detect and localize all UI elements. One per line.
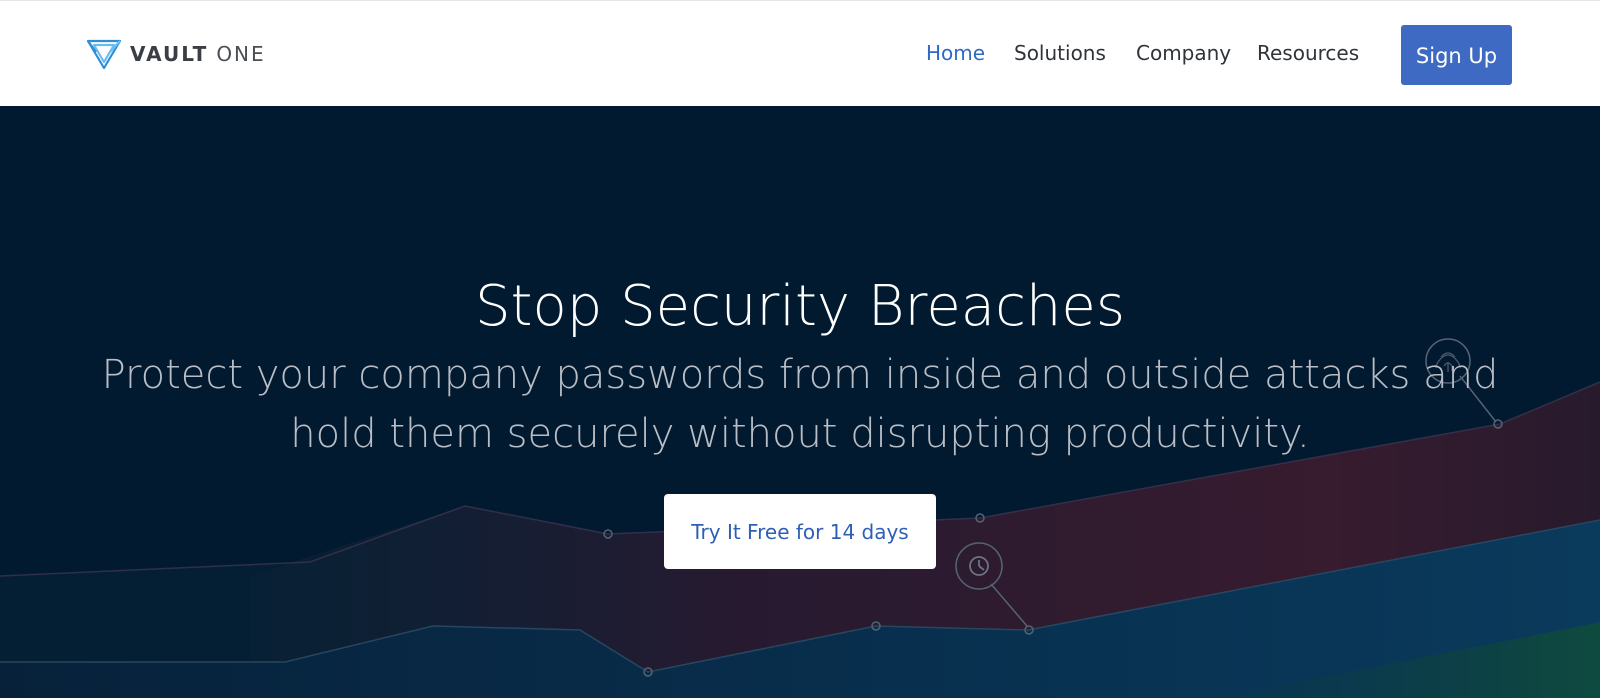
top-navigation-bar: VAULT ONE Home Solutions Company Resourc… [0,0,1600,106]
nav-company[interactable]: Company [1136,41,1231,65]
brand-name-light: ONE [216,42,266,66]
try-free-button[interactable]: Try It Free for 14 days [664,494,936,569]
nav-home[interactable]: Home [926,41,985,65]
nav-solutions[interactable]: Solutions [1014,41,1106,65]
brand-name: VAULT ONE [130,42,266,66]
hero-section: Stop Security Breaches Protect your comp… [0,106,1600,698]
nav-resources[interactable]: Resources [1257,41,1359,65]
hero-subtitle: Protect your company passwords from insi… [101,352,1499,457]
sign-up-button[interactable]: Sign Up [1401,25,1512,85]
brand-name-bold: VAULT [130,42,209,66]
hero-title: Stop Security Breaches [474,273,1125,339]
vault-one-logo[interactable]: VAULT ONE [86,37,266,71]
vault-one-logo-icon [86,39,122,70]
